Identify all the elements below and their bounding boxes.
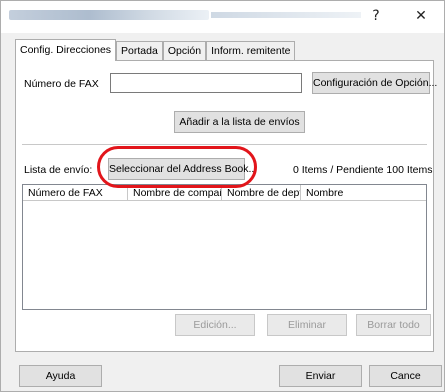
edit-button[interactable]: Edición...	[175, 314, 255, 336]
tab-option[interactable]: Opción	[162, 41, 207, 61]
fax-number-input[interactable]	[110, 73, 302, 93]
option-settings-button[interactable]: Configuración de Opción...	[312, 72, 437, 94]
help-title-button[interactable]: ?	[362, 5, 390, 27]
fax-number-label: Número de FAX	[24, 78, 99, 90]
title-bar: ? ✕	[1, 1, 444, 33]
column-fax-number[interactable]: Número de FAX	[23, 185, 128, 201]
add-to-list-button[interactable]: Añadir a la lista de envíos	[174, 111, 305, 133]
send-button[interactable]: Enviar	[279, 365, 362, 387]
blurred-title	[9, 10, 209, 20]
delete-button[interactable]: Eliminar	[267, 314, 347, 336]
blurred-title-extension	[211, 12, 361, 18]
column-dept-name[interactable]: Nombre de dept	[222, 185, 301, 201]
tab-strip: Config. Direcciones Portada Opción Infor…	[15, 39, 296, 61]
delete-all-button[interactable]: Borrar todo	[356, 314, 431, 336]
cancel-button[interactable]: Cance	[369, 365, 442, 387]
close-icon[interactable]: ✕	[407, 5, 435, 27]
column-company-name[interactable]: Nombre de compañía	[128, 185, 222, 201]
column-name[interactable]: Nombre	[301, 185, 426, 201]
table-header: Número de FAX Nombre de compañía Nombre …	[23, 185, 426, 201]
tab-cover[interactable]: Portada	[116, 41, 163, 61]
help-button[interactable]: Ayuda	[19, 365, 102, 387]
select-address-book-button[interactable]: Seleccionar del Address Book...	[108, 158, 257, 180]
divider	[22, 144, 427, 145]
tab-address-config[interactable]: Config. Direcciones	[15, 39, 117, 61]
tab-sender-info[interactable]: Inform. remitente	[206, 41, 296, 61]
fax-dialog: ? ✕ Config. Direcciones Portada Opción I…	[0, 0, 445, 392]
item-count-text: 0 Items / Pendiente 100 Items	[293, 164, 433, 176]
tab-panel: Número de FAX Configuración de Opción...…	[15, 60, 437, 352]
send-list-label: Lista de envío:	[24, 164, 93, 176]
send-list-table[interactable]: Número de FAX Nombre de compañía Nombre …	[22, 184, 427, 310]
